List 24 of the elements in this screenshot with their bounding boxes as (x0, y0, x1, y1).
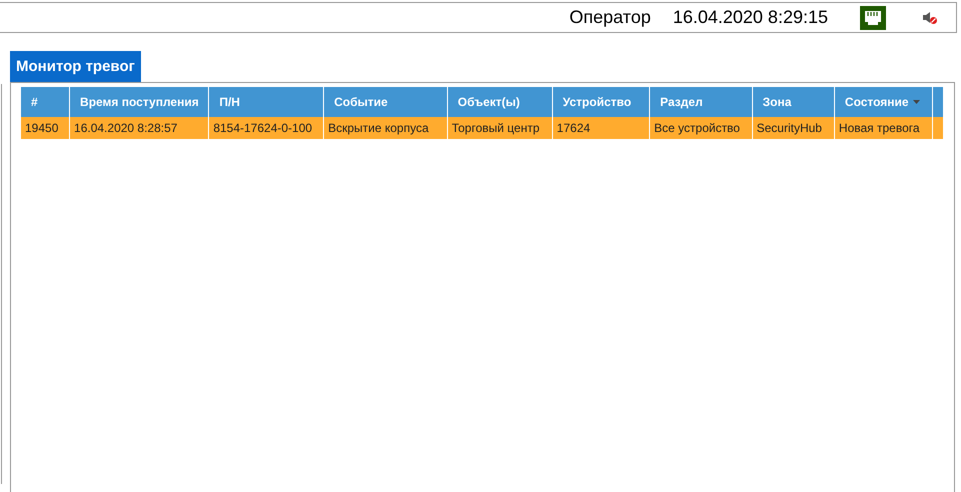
column-header[interactable]: Время поступления (70, 87, 209, 117)
table-cell: Новая тревога (834, 117, 932, 139)
column-header[interactable]: # (21, 87, 70, 117)
operator-label: Оператор (569, 7, 651, 28)
column-header[interactable]: Зона (752, 87, 834, 117)
datetime-label: 16.04.2020 8:29:15 (672, 7, 828, 28)
muted-speaker-icon[interactable] (922, 10, 938, 24)
column-header[interactable]: Состояние (834, 87, 932, 117)
table-cell: 16.04.2020 8:28:57 (70, 117, 209, 139)
table-cell: Все устройство (650, 117, 752, 139)
table-cell: 19450 (21, 117, 70, 139)
table-cell: Вскрытие корпуса (324, 117, 448, 139)
network-port-icon[interactable] (860, 6, 886, 30)
table-cell: Торговый центр (447, 117, 552, 139)
column-header[interactable]: Устройство (552, 87, 650, 117)
table-cell: 8154-17624-0-100 (208, 117, 324, 139)
table-cell: 17624 (552, 117, 650, 139)
column-header[interactable]: Событие (324, 87, 448, 117)
column-header[interactable]: Объект(ы) (447, 87, 552, 117)
sort-down-icon (912, 100, 920, 104)
table-cell: SecurityHub (752, 117, 834, 139)
tab[interactable]: Монитор тревог (10, 51, 141, 82)
column-header[interactable]: П/Н (208, 87, 324, 117)
column-header[interactable]: Раздел (650, 87, 752, 117)
